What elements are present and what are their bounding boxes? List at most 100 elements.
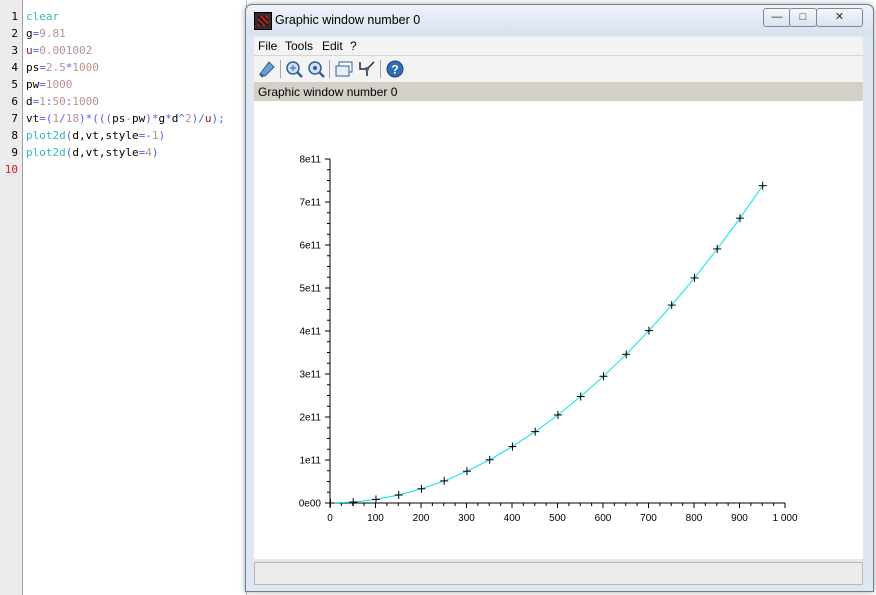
code-line[interactable]: plot2d(d,vt,style=4): [26, 144, 159, 161]
menu-edit[interactable]: Edit: [322, 39, 343, 53]
data-point-marker: [531, 427, 540, 436]
code-token: 0.001002: [39, 44, 93, 57]
line-number: 10: [4, 163, 18, 176]
scilab-app-icon: [254, 12, 272, 30]
y-tick-label: 6e11: [299, 241, 321, 252]
code-editor[interactable]: 1 2 3 4 5 6 7 8 9 10 clear g=9.81 u=0.001002 ps=2.5*…: [0, 0, 247, 595]
code-token: ,: [79, 146, 86, 159]
code-token: ^: [178, 112, 185, 125]
code-token: =-: [138, 129, 152, 142]
line-number: 9: [11, 146, 18, 159]
code-line[interactable]: g=9.81: [26, 25, 66, 42]
code-line[interactable]: vt=(1/18)*(((ps-pw)*g*d^2)/u);: [26, 110, 225, 127]
toolbar-separator: [380, 60, 381, 78]
menu-tools[interactable]: Tools: [285, 39, 313, 53]
window-title: Graphic window number 0: [275, 13, 421, 27]
code-token: plot2d: [26, 129, 66, 142]
code-token: d: [26, 95, 33, 108]
code-token: 1: [151, 129, 159, 142]
zoom-in-icon[interactable]: [284, 59, 304, 79]
svg-text:?: ?: [391, 63, 398, 77]
code-token: style: [105, 129, 139, 142]
code-line[interactable]: u=0.001002: [26, 42, 92, 59]
toolbar: ?: [254, 56, 863, 82]
menu-help[interactable]: ?: [350, 39, 357, 53]
x-tick-label: 0: [327, 513, 333, 524]
code-token: ps: [112, 112, 126, 125]
code-line[interactable]: d=1:50:1000: [26, 93, 99, 110]
code-line[interactable]: clear: [26, 8, 59, 25]
line-number: 8: [11, 129, 18, 142]
data-point-marker: [371, 495, 380, 504]
code-token: ,: [79, 129, 86, 142]
x-tick-label: 200: [413, 513, 430, 524]
close-button[interactable]: ✕: [816, 8, 863, 27]
code-token: clear: [26, 10, 60, 23]
code-token: d: [72, 129, 79, 142]
code-token: vt: [26, 112, 40, 125]
status-bar: [254, 562, 863, 585]
code-token: -: [125, 112, 132, 125]
y-tick-label: 3e11: [299, 370, 321, 381]
code-token: /: [59, 112, 66, 125]
x-tick-label: 1 000: [772, 513, 797, 524]
code-token: ): [151, 146, 159, 159]
plot-canvas[interactable]: 0 100 200 300 400 500 600 700 800 900 1 000 0e00 1e1…: [254, 101, 863, 559]
new-window-icon[interactable]: [334, 59, 354, 79]
code-token: 18: [65, 112, 79, 125]
code-token: )/: [191, 112, 205, 125]
line-number: 5: [11, 78, 18, 91]
code-token: 1: [39, 95, 46, 108]
code-token: 50: [52, 95, 66, 108]
data-point-marker: [440, 476, 449, 485]
data-point-marker: [417, 484, 426, 493]
toolbar-separator: [329, 60, 330, 78]
code-token: 2.5: [45, 61, 66, 74]
zoom-out-icon[interactable]: [306, 59, 326, 79]
y-tick-label: 7e11: [299, 198, 321, 209]
plot-svg[interactable]: 0 100 200 300 400 500 600 700 800 900 1 000 0e00 1e1…: [254, 101, 863, 559]
graphic-window[interactable]: Graphic window number 0 — □ ✕ File Tools…: [245, 4, 874, 592]
minimize-button[interactable]: —: [763, 8, 791, 27]
code-line[interactable]: ps=2.5*1000: [26, 59, 99, 76]
code-token: pw: [26, 78, 40, 91]
code-line[interactable]: pw=1000: [26, 76, 72, 93]
code-token: )*: [145, 112, 159, 125]
line-number: 1: [11, 10, 18, 23]
data-point-marker: [394, 491, 403, 500]
menu-file[interactable]: File: [258, 39, 277, 53]
code-token: 2: [185, 112, 192, 125]
help-icon[interactable]: ?: [385, 59, 405, 79]
code-token: =: [39, 61, 46, 74]
code-token: vt: [85, 146, 99, 159]
x-tick-label: 300: [458, 513, 475, 524]
data-point-marker: [508, 442, 517, 451]
code-line[interactable]: plot2d(d,vt,style=-1): [26, 127, 165, 144]
line-number-gutter: 1 2 3 4 5 6 7 8 9 10: [0, 0, 23, 595]
code-token: u: [204, 112, 212, 125]
data-point-marker: [349, 498, 358, 507]
data-point-marker: [758, 181, 767, 190]
x-tick-label: 700: [640, 513, 657, 524]
code-token: ,: [98, 146, 106, 159]
line-number: 7: [11, 112, 18, 125]
code-token: =: [39, 78, 46, 91]
code-token: g: [26, 27, 33, 40]
x-tick-label: 800: [686, 513, 703, 524]
datatip-icon[interactable]: [257, 59, 277, 79]
line-number: 6: [11, 95, 18, 108]
data-point-marker: [735, 214, 744, 223]
code-token: =(: [39, 112, 53, 125]
maximize-button[interactable]: □: [789, 8, 817, 27]
toolbar-separator: [280, 60, 281, 78]
window-titlebar[interactable]: Graphic window number 0 — □ ✕: [246, 5, 873, 35]
code-token: ps: [26, 61, 40, 74]
menu-bar: File Tools Edit ?: [254, 37, 863, 56]
code-token: 9.81: [39, 27, 66, 40]
x-tick-label: 600: [595, 513, 612, 524]
rotate-axes-icon[interactable]: [357, 59, 377, 79]
y-tick-label: 1e11: [299, 456, 321, 467]
code-token: 1000: [45, 78, 73, 91]
y-tick-label: 4e11: [299, 327, 321, 338]
code-token: )*(((: [79, 112, 113, 125]
